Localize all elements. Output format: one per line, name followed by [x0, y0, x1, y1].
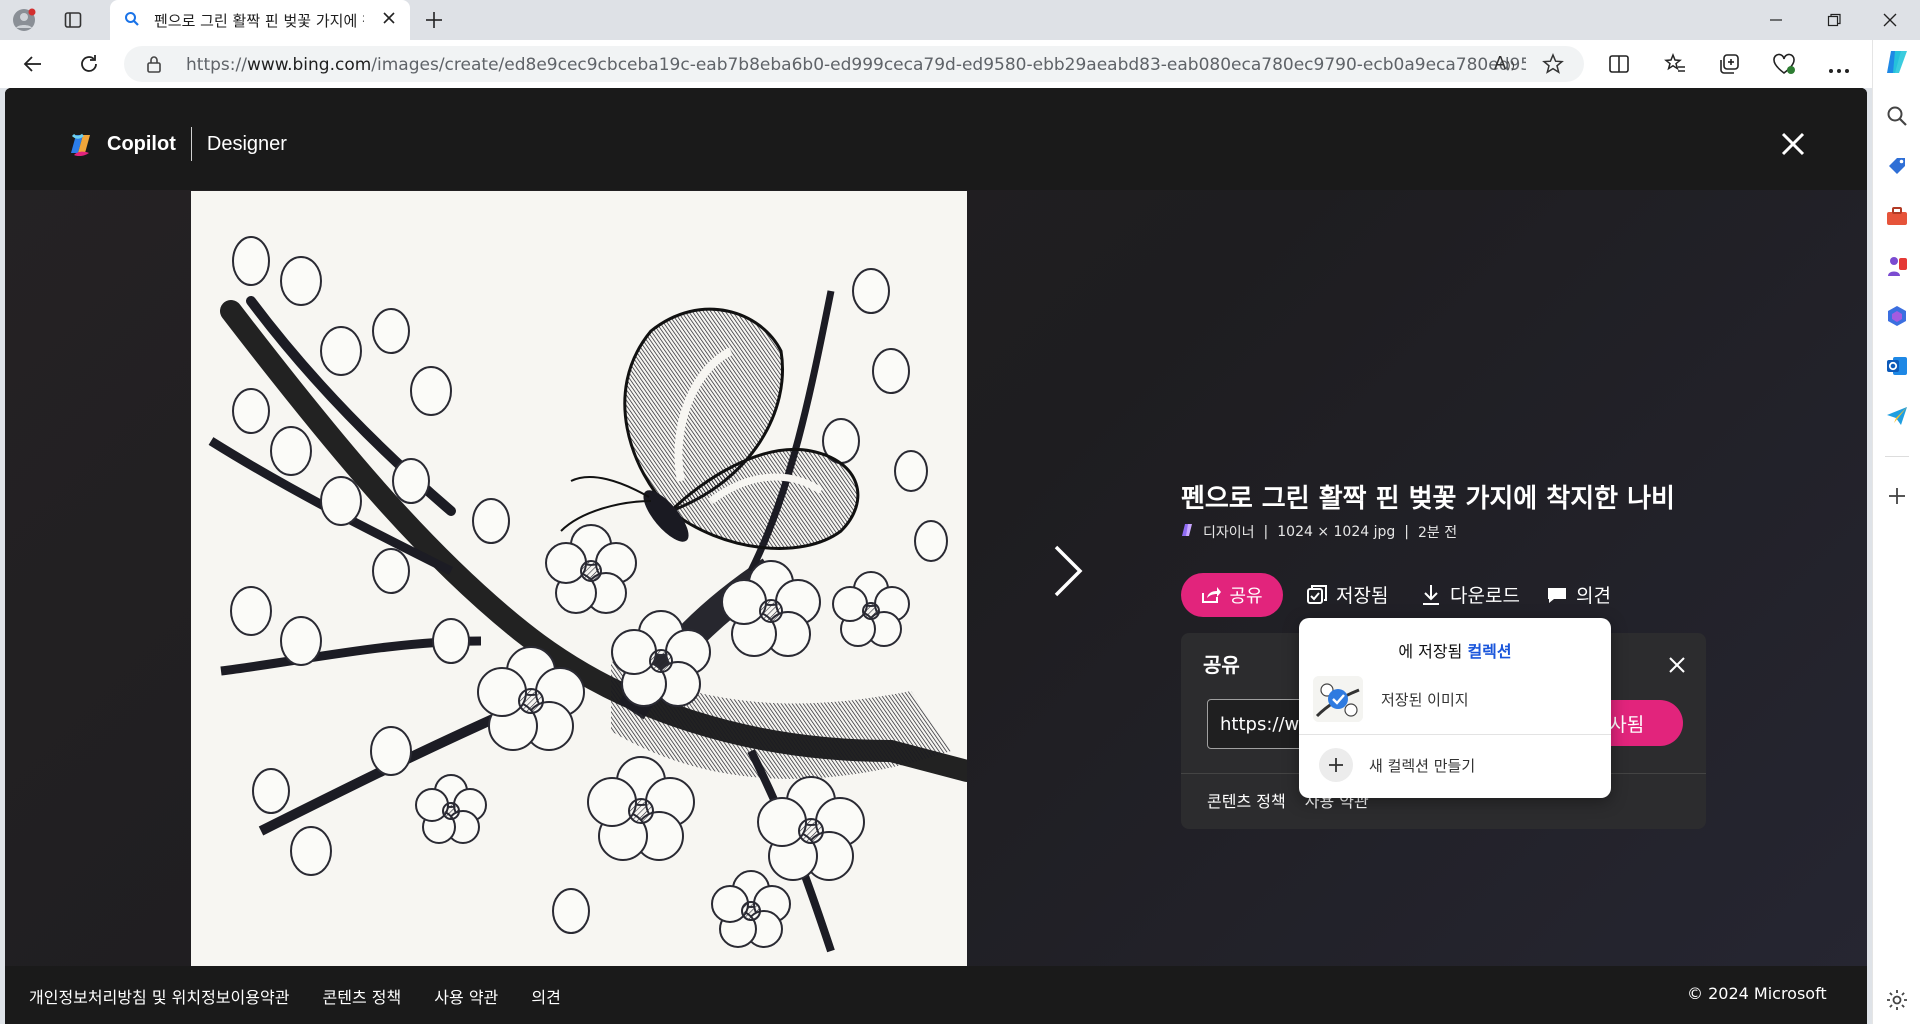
footer-content-policy-link[interactable]: 콘텐츠 정책 [323, 988, 402, 1007]
read-aloud-icon[interactable]: A)) [1494, 53, 1515, 74]
favorite-star-icon[interactable] [1542, 53, 1564, 75]
tools-icon[interactable] [1885, 204, 1909, 228]
feedback-button[interactable]: 의견 [1547, 581, 1611, 608]
plus-icon [1319, 748, 1353, 782]
saved-button[interactable]: 저장됨 [1307, 581, 1388, 608]
favorites-icon[interactable] [1664, 52, 1686, 75]
download-label: 다운로드 [1450, 585, 1520, 607]
read-aloud-label: A [1494, 53, 1507, 74]
collections-link[interactable]: 컬렉션 [1467, 642, 1511, 661]
edge-sidebar [1872, 40, 1920, 1024]
meta-time: 2분 전 [1417, 525, 1458, 541]
url-text: https://www.bing.com/images/create/ed8e9… [186, 55, 1526, 75]
tab-actions-icon[interactable] [64, 11, 82, 29]
window-close-icon[interactable] [1882, 12, 1898, 28]
meta-size: 1024 × 1024 jpg [1277, 524, 1396, 540]
page-viewport: Copilot Designer 펜으로 그린 활짝 핀 벚꽃 가지에 착지한 … [5, 88, 1867, 1024]
back-icon[interactable] [22, 53, 44, 75]
share-close-icon[interactable] [1665, 653, 1689, 677]
brand-separator [190, 127, 192, 161]
feedback-label: 의견 [1576, 585, 1611, 607]
collections-popup: 에 저장됨 컬렉션 저장된 이미지 새 컬렉션 만들기 [1299, 618, 1611, 798]
outlook-icon[interactable] [1885, 354, 1909, 378]
saved-images-label: 저장된 이미지 [1381, 690, 1469, 709]
page-footer: 개인정보처리방침 및 위치정보이용약관 콘텐츠 정책 사용 약관 의견 © 20… [5, 966, 1867, 1024]
more-icon[interactable] [1828, 60, 1850, 73]
image-title: 펜으로 그린 활짝 핀 벚꽃 가지에 착지한 나비 [1181, 484, 1675, 514]
tab-title: 펜으로 그린 활짝 핀 벚꽃 가지에 착지한 나비 [154, 12, 364, 30]
browser-essentials-icon[interactable] [1772, 53, 1796, 75]
copilot-logo-icon [65, 129, 95, 159]
new-collection-button[interactable]: 새 컬렉션 만들기 [1319, 748, 1475, 782]
shopping-tag-icon[interactable] [1885, 154, 1909, 178]
url-host: www.bing.com [246, 55, 372, 75]
saved-label: 저장됨 [1336, 585, 1389, 607]
send-icon[interactable] [1885, 404, 1909, 428]
generated-image[interactable] [191, 191, 967, 966]
product-name: Designer [206, 132, 287, 155]
popup-header-text: 에 저장됨 [1398, 642, 1463, 661]
footer-links: 개인정보처리방침 및 위치정보이용약관 콘텐츠 정책 사용 약관 의견 [29, 984, 589, 1008]
popup-header: 에 저장됨 컬렉션 [1299, 638, 1611, 662]
share-label: 공유 [1229, 586, 1263, 607]
new-tab-icon[interactable] [424, 10, 444, 30]
refresh-icon[interactable] [78, 53, 100, 75]
url-scheme: https:// [186, 55, 247, 75]
lock-icon[interactable] [146, 55, 162, 73]
chevron-right-icon[interactable] [1050, 543, 1086, 599]
share-icon [1202, 587, 1222, 603]
games-icon[interactable] [1885, 254, 1909, 278]
download-button[interactable]: 다운로드 [1421, 581, 1520, 608]
settings-icon[interactable] [1885, 988, 1909, 1012]
tab-strip: 펜으로 그린 활짝 핀 벚꽃 가지에 착지한 나비 [0, 0, 1920, 40]
image-meta: 디자이너 | 1024 × 1024 jpg | 2분 전 [1181, 522, 1457, 542]
collections-icon[interactable] [1718, 53, 1740, 75]
popup-divider [1299, 734, 1611, 735]
split-screen-icon[interactable] [1608, 53, 1630, 75]
action-row: 공유 저장됨 다운로드 의견 [1181, 573, 1741, 617]
search-icon[interactable] [1885, 104, 1909, 128]
comment-icon [1548, 587, 1566, 603]
meta-source: 디자이너 [1203, 525, 1255, 541]
designer-header: Copilot Designer [5, 88, 1867, 190]
new-collection-label: 새 컬렉션 만들기 [1369, 756, 1476, 775]
copyright: © 2024 Microsoft [1687, 984, 1827, 1003]
meta-separator: | [1404, 524, 1409, 540]
brand[interactable]: Copilot Designer [65, 127, 287, 161]
restore-icon[interactable] [1826, 12, 1842, 28]
address-bar[interactable]: https://www.bing.com/images/create/ed8e9… [124, 46, 1584, 82]
content-policy-link[interactable]: 콘텐츠 정책 [1207, 792, 1286, 811]
add-icon[interactable] [1885, 484, 1909, 508]
share-panel-title: 공유 [1203, 653, 1240, 677]
m365-icon[interactable] [1885, 304, 1909, 328]
designer-icon [1181, 523, 1193, 541]
saved-check-icon [1307, 584, 1327, 604]
url-path: /images/create/ed8e9cec9cbceba19c-eab7b8… [371, 55, 1526, 75]
saved-images-collection[interactable]: 저장된 이미지 [1313, 676, 1597, 722]
tab-close-icon[interactable] [378, 8, 400, 30]
toolbar: https://www.bing.com/images/create/ed8e9… [0, 40, 1920, 88]
bing-search-icon [124, 11, 142, 29]
sidebar-divider [1885, 456, 1909, 457]
footer-feedback-link[interactable]: 의견 [531, 988, 560, 1007]
meta-separator: | [1263, 524, 1269, 540]
active-tab[interactable]: 펜으로 그린 활짝 핀 벚꽃 가지에 착지한 나비 [110, 0, 410, 40]
share-button[interactable]: 공유 [1181, 573, 1283, 617]
close-icon[interactable] [1773, 124, 1813, 164]
minimize-icon[interactable] [1768, 12, 1784, 28]
collection-thumbnail [1313, 676, 1363, 722]
profile-avatar-icon[interactable] [12, 8, 36, 32]
copilot-icon[interactable] [1883, 48, 1911, 76]
brand-name: Copilot [107, 132, 176, 155]
footer-terms-link[interactable]: 사용 약관 [434, 988, 498, 1007]
download-icon [1423, 584, 1439, 605]
footer-privacy-link[interactable]: 개인정보처리방침 및 위치정보이용약관 [29, 988, 289, 1007]
